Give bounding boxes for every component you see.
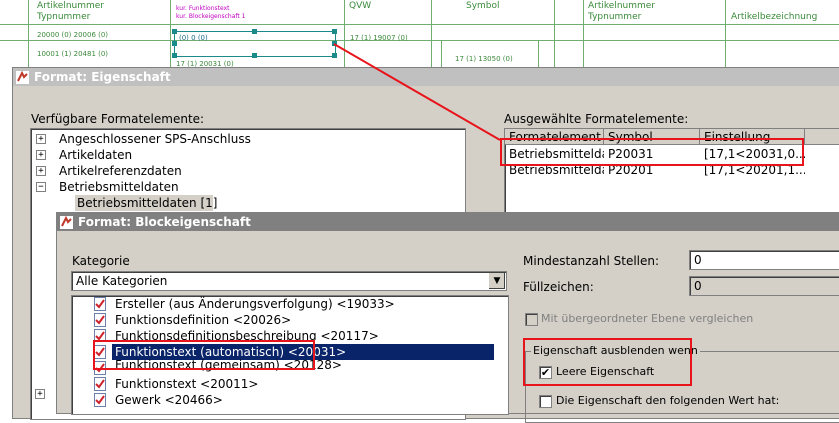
annotation-arrow [333, 43, 501, 141]
